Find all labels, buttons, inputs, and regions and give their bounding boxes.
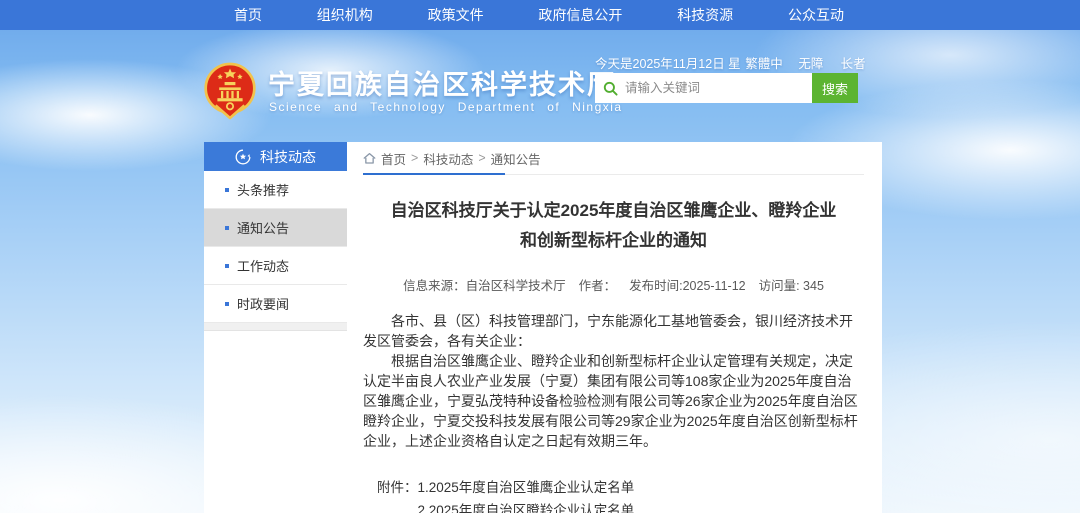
article-meta: 信息来源：自治区科学技术厅 作者： 发布时间:2025-11-12 访问量: 3… xyxy=(363,275,864,294)
sidebar-item-current-affairs[interactable]: 时政要闻 xyxy=(204,285,347,323)
attachment-link-2[interactable]: 2.2025年度自治区瞪羚企业认定名单 xyxy=(418,499,675,513)
emblem-icon xyxy=(203,60,257,122)
bullet-icon xyxy=(225,302,229,306)
breadcrumb: 首页 > 科技动态 > 通知公告 xyxy=(363,142,864,175)
search-icon xyxy=(603,81,618,96)
star-circle-icon xyxy=(235,149,251,165)
sidebar-item-headlines[interactable]: 头条推荐 xyxy=(204,171,347,209)
nav-item-policy[interactable]: 政策文件 xyxy=(428,5,484,25)
main-article-area: 首页 > 科技动态 > 通知公告 自治区科技厅关于认定2025年度自治区雏鹰企业… xyxy=(347,142,882,513)
search-button[interactable]: 搜索 xyxy=(812,73,858,103)
article-body: 各市、县（区）科技管理部门，宁东能源化工基地管委会，银川经济技术开发区管委会，各… xyxy=(363,311,864,451)
attachments-block: 附件： 1.2025年度自治区雏鹰企业认定名单 2.2025年度自治区瞪羚企业认… xyxy=(377,476,864,513)
nav-item-interaction[interactable]: 公众互动 xyxy=(788,5,844,25)
home-icon xyxy=(363,152,376,165)
article-paragraph: 根据自治区雏鹰企业、瞪羚企业和创新型标杆企业认定管理有关规定，决定认定半亩良人农… xyxy=(363,351,864,451)
breadcrumb-notices[interactable]: 通知公告 xyxy=(491,149,541,168)
article-title-line1: 自治区科技厅关于认定2025年度自治区雏鹰企业、瞪羚企业 xyxy=(363,196,864,226)
article-title-line2: 和创新型标杆企业的通知 xyxy=(363,226,864,256)
meta-publish-time: 发布时间:2025-11-12 xyxy=(629,275,746,294)
article-paragraph: 各市、县（区）科技管理部门，宁东能源化工基地管委会，银川经济技术开发区管委会，各… xyxy=(363,311,864,351)
national-emblem-logo[interactable] xyxy=(203,60,257,122)
bullet-icon xyxy=(225,188,229,192)
sidebar-title: 科技动态 xyxy=(260,147,316,167)
article: 自治区科技厅关于认定2025年度自治区雏鹰企业、瞪羚企业 和创新型标杆企业的通知… xyxy=(363,175,864,513)
meta-visit-count: 访问量: 345 xyxy=(759,275,824,294)
sidebar-spacer xyxy=(204,331,347,513)
content-panel: 科技动态 头条推荐 通知公告 工作动态 时政要闻 首页 > xyxy=(204,142,882,513)
meta-source: 信息来源：自治区科学技术厅 xyxy=(403,275,566,294)
sidebar-header: 科技动态 xyxy=(204,142,347,171)
breadcrumb-separator: > xyxy=(411,151,418,165)
article-title: 自治区科技厅关于认定2025年度自治区雏鹰企业、瞪羚企业 和创新型标杆企业的通知 xyxy=(363,196,864,256)
breadcrumb-separator: > xyxy=(478,151,485,165)
search-input[interactable] xyxy=(625,81,804,95)
top-navigation-bar: 首页 组织机构 政策文件 政府信息公开 科技资源 公众互动 xyxy=(0,0,1080,30)
site-title: 宁夏回族自治区科学技术厅 xyxy=(268,63,616,102)
attachments-list: 1.2025年度自治区雏鹰企业认定名单 2.2025年度自治区瞪羚企业认定名单 … xyxy=(418,476,675,513)
sidebar-item-notices[interactable]: 通知公告 xyxy=(204,209,347,247)
nav-item-home[interactable]: 首页 xyxy=(234,5,262,25)
sidebar: 科技动态 头条推荐 通知公告 工作动态 时政要闻 xyxy=(204,142,347,513)
sidebar-footer-strip xyxy=(204,323,347,331)
sidebar-item-work-trends[interactable]: 工作动态 xyxy=(204,247,347,285)
breadcrumb-tech-news[interactable]: 科技动态 xyxy=(423,149,473,168)
site-subtitle-english: Science and Technology Department of Nin… xyxy=(269,100,623,114)
nav-item-gov-info[interactable]: 政府信息公开 xyxy=(538,5,622,25)
attachment-link-1[interactable]: 1.2025年度自治区雏鹰企业认定名单 xyxy=(418,476,675,499)
search-bar: 搜索 xyxy=(595,73,858,103)
nav-item-resources[interactable]: 科技资源 xyxy=(677,5,733,25)
breadcrumb-home[interactable]: 首页 xyxy=(381,149,406,168)
bullet-icon xyxy=(225,264,229,268)
bullet-icon xyxy=(225,226,229,230)
attachments-label: 附件： xyxy=(377,476,418,513)
nav-item-organization[interactable]: 组织机构 xyxy=(317,5,373,25)
meta-author: 作者： xyxy=(579,275,617,294)
